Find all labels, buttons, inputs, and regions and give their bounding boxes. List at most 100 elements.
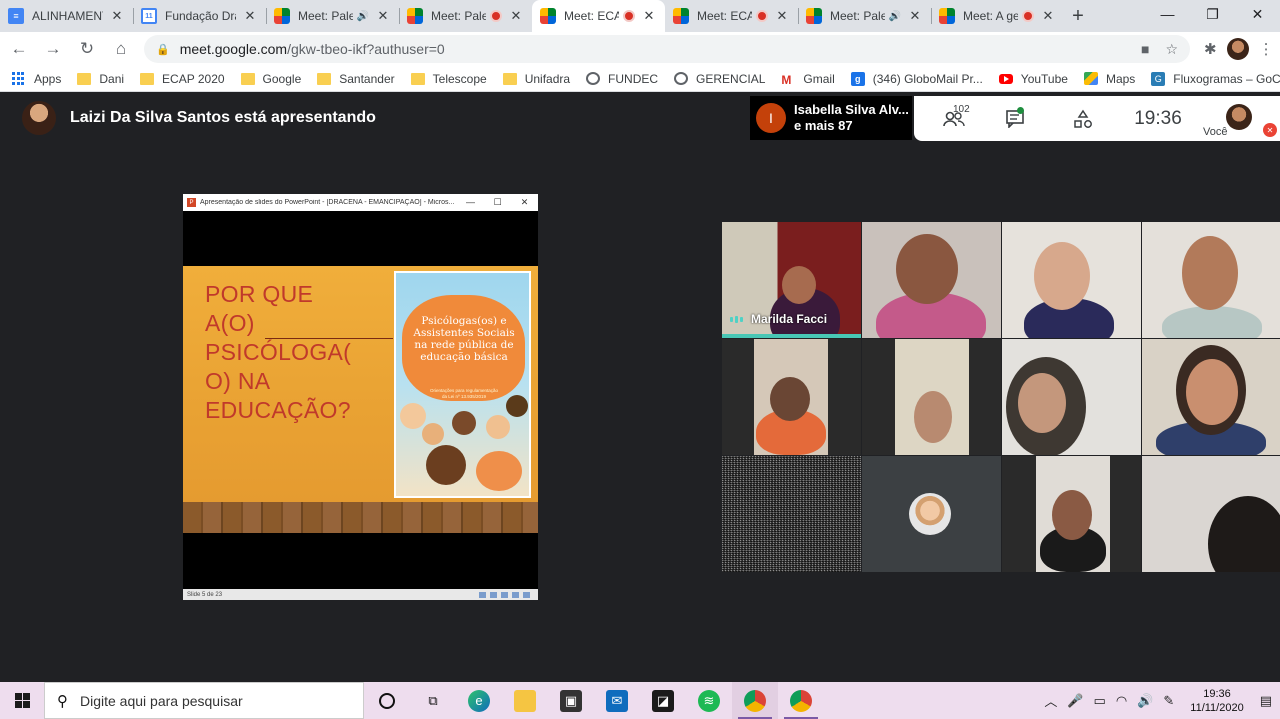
new-tab-button[interactable]: + <box>1064 0 1092 32</box>
bookmark-globomail[interactable]: g (346) GloboMail Pr... <box>850 71 983 86</box>
participant-tile[interactable] <box>722 456 861 572</box>
child-illustration <box>486 415 510 439</box>
tab-meet-ecap-2[interactable]: Meet: ECAP ✕ <box>665 0 798 32</box>
self-avatar[interactable] <box>1226 104 1252 130</box>
camera-icon[interactable]: ■ <box>1141 41 1149 58</box>
child-illustration <box>452 411 476 435</box>
participant-tile[interactable] <box>862 339 1001 455</box>
bookmark-santander[interactable]: Santander <box>317 72 395 86</box>
participant-tile[interactable] <box>722 339 861 455</box>
tab-meet-ecap-active[interactable]: Meet: ECAP ✕ <box>532 0 665 32</box>
powerpoint-icon: P <box>187 198 196 207</box>
close-icon[interactable]: ✕ <box>508 8 524 24</box>
tab-fundacao[interactable]: 11 Fundação Dracenense ✕ <box>133 0 266 32</box>
close-icon[interactable]: ✕ <box>242 8 258 24</box>
bookmark-star-icon[interactable]: ☆ <box>1165 41 1178 58</box>
chat-button[interactable] <box>994 96 1038 141</box>
book-subtitle: Orientações para regulamentação da Lei n… <box>410 388 518 400</box>
bookmark-unifadra[interactable]: Unifadra <box>502 72 570 86</box>
address-bar[interactable]: 🔒 meet.google.com /gkw-tbeo-ikf?authuser… <box>144 35 1190 63</box>
task-view-button[interactable]: ⧉ <box>410 682 456 719</box>
bookmark-label: Apps <box>34 71 62 86</box>
participant-video <box>1052 490 1092 540</box>
close-icon[interactable]: ✕ <box>641 8 657 24</box>
participant-tile[interactable] <box>1002 222 1141 338</box>
participant-tile[interactable] <box>1142 456 1280 572</box>
taskbar-clock[interactable]: 19:36 11/11/2020 <box>1190 687 1243 715</box>
close-icon[interactable]: ✕ <box>1040 8 1056 24</box>
close-icon[interactable]: ✕ <box>375 8 391 24</box>
participant-tile[interactable] <box>862 222 1001 338</box>
cortana-button[interactable] <box>364 682 410 719</box>
start-button[interactable] <box>0 682 44 719</box>
bookmark-ecap-2020[interactable]: ECAP 2020 <box>140 72 225 86</box>
sticky-notes-button[interactable]: ◪ <box>640 682 686 719</box>
profile-avatar[interactable] <box>1226 38 1249 60</box>
bookmark-gerencial[interactable]: GERENCIAL <box>674 72 765 86</box>
microphone-icon[interactable]: 🎤 <box>1067 693 1083 709</box>
participant-tile[interactable] <box>1142 222 1280 338</box>
bookmark-fluxogramas[interactable]: G Fluxogramas – GoC... <box>1151 71 1280 86</box>
chevron-up-icon[interactable]: ︿ <box>1044 691 1057 710</box>
participant-tile[interactable] <box>862 456 1001 572</box>
participant-tile[interactable] <box>1002 456 1141 572</box>
bookmark-maps[interactable]: Maps <box>1083 72 1135 86</box>
view-icon <box>479 591 486 598</box>
participant-tile[interactable]: Marilda Facci <box>722 222 861 338</box>
bookmark-fundec[interactable]: FUNDEC <box>586 72 658 86</box>
tab-meet-a-gestao[interactable]: Meet: A gestão ✕ <box>931 0 1064 32</box>
extensions-icon[interactable]: ✱ <box>1204 40 1217 58</box>
taskbar-search[interactable]: ⚲ Digite aqui para pesquisar <box>44 682 364 719</box>
bookmark-dani[interactable]: Dani <box>77 72 124 86</box>
book-title-line: Assistentes Sociais <box>413 327 515 339</box>
minimize-icon[interactable]: — <box>1145 0 1190 28</box>
lock-icon[interactable]: 🔒 <box>156 43 170 56</box>
microphone-muted-icon: ✕ <box>1263 123 1277 137</box>
restore-icon[interactable]: ❐ <box>1190 0 1235 28</box>
wifi-icon[interactable]: ◠ <box>1116 693 1127 709</box>
close-icon[interactable]: ✕ <box>109 8 125 24</box>
pen-icon[interactable]: ✎ <box>1163 693 1174 709</box>
tab-meet-palestra-3[interactable]: Meet: Palestra 🔊 ✕ <box>798 0 931 32</box>
file-explorer-button[interactable] <box>502 682 548 719</box>
speaker-icon[interactable]: 🔊 <box>357 10 369 22</box>
close-icon[interactable]: ✕ <box>907 8 923 24</box>
tab-meet-palestra-2[interactable]: Meet: Palestra ✕ <box>399 0 532 32</box>
speaker-icon[interactable]: 🔊 <box>889 10 901 22</box>
google-meet-icon <box>939 8 955 24</box>
notifications-icon[interactable]: ▤ <box>1260 693 1272 709</box>
mail-button[interactable]: ✉ <box>594 682 640 719</box>
bookmark-telescope[interactable]: Telescope <box>410 72 487 86</box>
people-button[interactable]: 102 <box>914 96 994 141</box>
tab-alinhamento[interactable]: ≡ ALINHAMENTO ✕ <box>0 0 133 32</box>
tab-meet-palestra[interactable]: Meet: Palestra 🔊 ✕ <box>266 0 399 32</box>
bookmark-google[interactable]: Google <box>240 72 301 86</box>
forward-arrow-icon[interactable]: → <box>38 34 68 64</box>
store-button[interactable]: ▣ <box>548 682 594 719</box>
menu-kebab-icon[interactable]: ⋮ <box>1259 40 1274 58</box>
google-meet-icon <box>673 8 689 24</box>
bookmark-label: FUNDEC <box>608 71 659 86</box>
chrome-profile-button[interactable] <box>778 682 824 719</box>
bookmark-youtube[interactable]: YouTube <box>998 72 1068 86</box>
reload-icon[interactable]: ↻ <box>72 34 102 64</box>
edge-button[interactable]: e <box>456 682 502 719</box>
battery-icon[interactable]: ▭ <box>1094 693 1106 709</box>
child-illustration <box>422 423 444 445</box>
participant-tile[interactable] <box>1002 339 1141 455</box>
participant-chip[interactable]: I Isabella Silva Alv... e mais 87 <box>750 96 912 140</box>
close-window-icon[interactable]: ✕ <box>1235 0 1280 28</box>
participant-tile[interactable] <box>1142 339 1280 455</box>
back-arrow-icon[interactable]: ← <box>4 34 34 64</box>
spotify-button[interactable]: ≋ <box>686 682 732 719</box>
home-icon[interactable]: ⌂ <box>106 34 136 64</box>
chrome-button[interactable] <box>732 682 778 719</box>
globomail-icon: g <box>850 71 865 86</box>
book-title-line: educação básica <box>420 351 508 363</box>
bookmark-apps[interactable]: Apps <box>12 71 62 86</box>
folder-icon <box>317 72 332 85</box>
activities-button[interactable] <box>1038 96 1128 141</box>
volume-icon[interactable]: 🔊 <box>1137 693 1153 709</box>
bookmark-gmail[interactable]: M Gmail <box>781 72 834 87</box>
close-icon[interactable]: ✕ <box>774 8 790 24</box>
